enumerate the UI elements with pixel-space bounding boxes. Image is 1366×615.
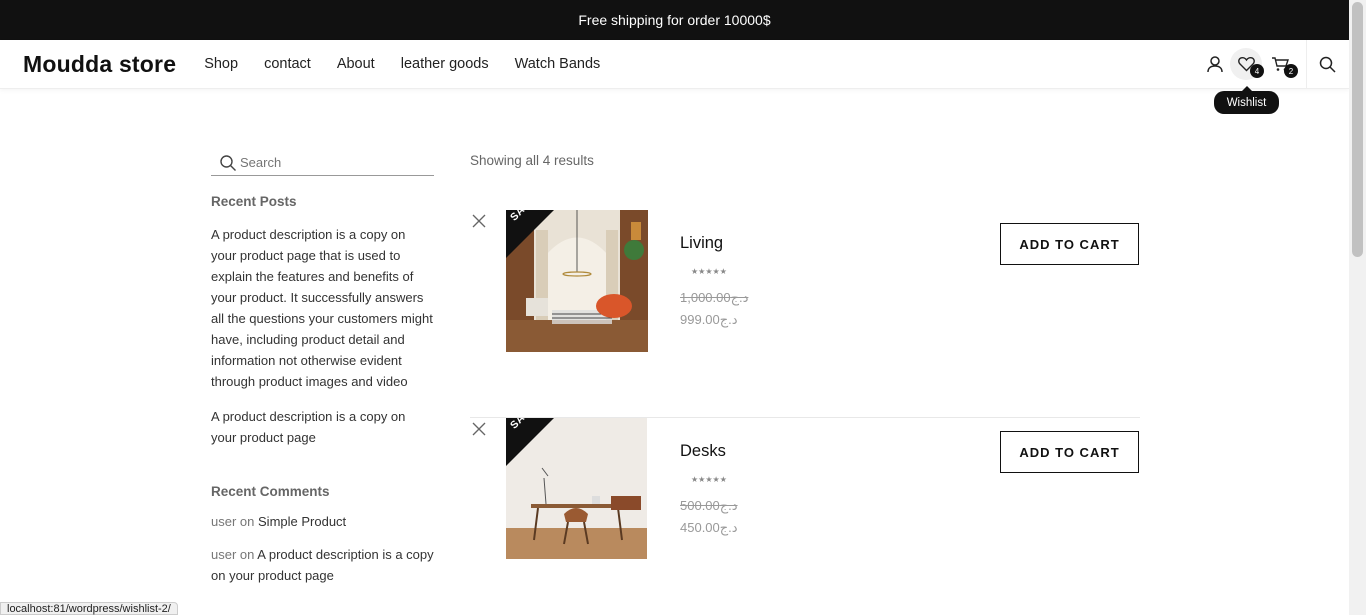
product-name[interactable]: Desks: [680, 442, 726, 461]
recent-posts-title: Recent Posts: [211, 194, 297, 209]
comment-post-link[interactable]: Simple Product: [258, 514, 346, 529]
comment-on: on: [239, 547, 255, 562]
wishlist-row: SALE! Desks ★★★★★ 500.00د.ج 450.00د.ج AD…: [470, 418, 1140, 615]
recent-comments-title: Recent Comments: [211, 484, 330, 499]
sidebar: Recent Posts A product description is a …: [211, 150, 434, 586]
regular-price: 500.00د.ج: [680, 498, 738, 513]
cart-count-badge: 2: [1284, 64, 1298, 78]
regular-price: 1,000.00د.ج: [680, 290, 749, 305]
add-to-cart-button[interactable]: ADD TO CART: [1000, 223, 1139, 265]
announcement-text: Free shipping for order 10000$: [578, 12, 771, 28]
sidebar-search-input[interactable]: [240, 155, 420, 170]
search-icon[interactable]: [1311, 48, 1343, 80]
site-header: Moudda store Shop contact About leather …: [0, 40, 1349, 89]
sale-ribbon: SALE!: [506, 418, 554, 466]
product-image[interactable]: SALE!: [506, 418, 648, 560]
recent-post-link[interactable]: A product description is a copy on your …: [211, 224, 434, 392]
cart-icon[interactable]: 2: [1264, 48, 1298, 80]
main-nav: Shop contact About leather goods Watch B…: [204, 56, 626, 72]
remove-icon[interactable]: [472, 422, 486, 436]
comment-author: user: [211, 547, 237, 562]
wishlist-icon[interactable]: 4: [1230, 48, 1264, 80]
header-divider: [1306, 40, 1307, 89]
comment-author: user: [211, 514, 237, 529]
sale-price: 999.00د.ج: [680, 312, 738, 327]
nav-about[interactable]: About: [337, 56, 375, 72]
account-icon[interactable]: [1199, 48, 1231, 80]
sale-price: 450.00د.ج: [680, 520, 738, 535]
sale-ribbon: SALE!: [506, 210, 554, 258]
wishlist-tooltip: Wishlist: [1214, 86, 1279, 114]
sale-label: SALE!: [508, 210, 541, 223]
page-scrollbar[interactable]: [1349, 0, 1366, 615]
product-image[interactable]: SALE!: [506, 210, 648, 352]
recent-comment: user on Simple Product: [211, 511, 434, 532]
recent-post-link[interactable]: A product description is a copy on your …: [211, 406, 434, 448]
results-count: Showing all 4 results: [470, 153, 594, 168]
scrollbar-thumb[interactable]: [1352, 2, 1363, 257]
nav-contact[interactable]: contact: [264, 56, 311, 72]
nav-watch-bands[interactable]: Watch Bands: [515, 56, 601, 72]
rating-stars: ★★★★★: [691, 475, 727, 484]
product-name[interactable]: Living: [680, 234, 723, 253]
recent-comment: user on A product description is a copy …: [211, 544, 434, 586]
browser-status-url: localhost:81/wordpress/wishlist-2/: [0, 602, 178, 615]
add-to-cart-button[interactable]: ADD TO CART: [1000, 431, 1139, 473]
nav-leather-goods[interactable]: leather goods: [401, 56, 489, 72]
search-icon: [220, 154, 236, 171]
remove-icon[interactable]: [472, 214, 486, 228]
sale-label: SALE!: [508, 418, 541, 431]
site-logo[interactable]: Moudda store: [23, 51, 176, 78]
rating-stars: ★★★★★: [691, 267, 727, 276]
announcement-bar: Free shipping for order 10000$: [0, 0, 1349, 40]
nav-shop[interactable]: Shop: [204, 56, 238, 72]
wishlist-count-badge: 4: [1250, 64, 1264, 78]
wishlist-row: SALE! Living ★★★★★ 1,000.00د.ج 999.00د.ج…: [470, 210, 1140, 418]
comment-on: on: [239, 514, 255, 529]
sidebar-search: [211, 150, 434, 176]
